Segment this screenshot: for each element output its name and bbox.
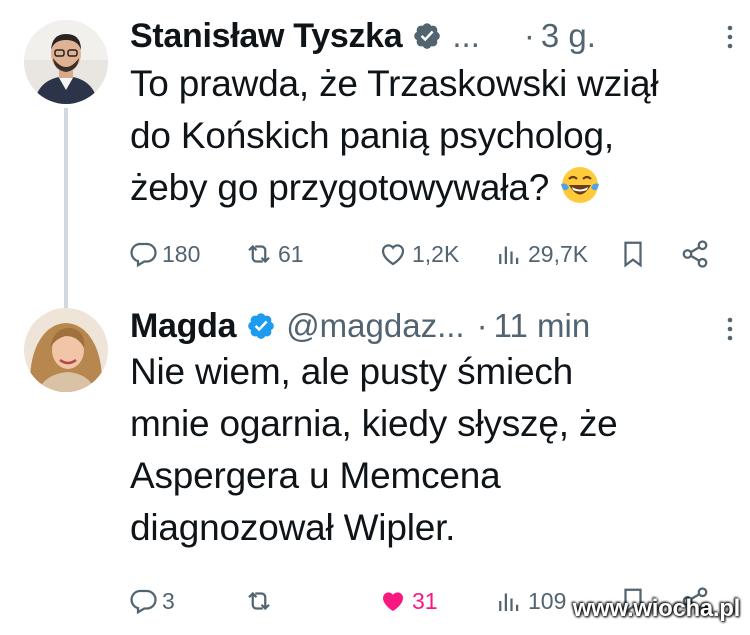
- reply-icon: [130, 242, 157, 268]
- separator-dot: ·: [476, 307, 488, 344]
- tweet-text-line: do Końskich panią psycholog,: [130, 115, 614, 156]
- tweet-text: To prawda, że Trzaskowski wziął do Końsk…: [130, 58, 726, 214]
- more-options-icon[interactable]: [726, 316, 734, 342]
- timestamp[interactable]: 3 g.: [541, 17, 596, 55]
- tweet-text-line: żeby go przygotowywała?: [130, 167, 550, 208]
- thread-connector-line: [64, 108, 68, 308]
- reply-button[interactable]: 3: [128, 583, 175, 619]
- tweet-2[interactable]: Magda @magdaz... · 11 min Nie wiem, ale …: [0, 300, 750, 635]
- tweet-text-line: mnie ogarnia, kiedy słyszę, że: [130, 403, 618, 444]
- tweet-1[interactable]: Stanisław Tyszka ... · 3 g. To prawda, ż…: [0, 0, 750, 308]
- reply-count: 180: [162, 240, 201, 267]
- timestamp[interactable]: 11 min: [494, 307, 591, 345]
- author-handle[interactable]: @magdaz...: [286, 307, 464, 345]
- view-count: 29,7K: [528, 240, 589, 267]
- share-icon: [682, 240, 708, 268]
- like-button[interactable]: 31: [378, 583, 438, 619]
- like-button[interactable]: 1,2K: [378, 236, 459, 272]
- avatar[interactable]: [24, 20, 108, 104]
- laughing-tears-emoji-icon: [559, 164, 601, 206]
- views-chart-icon: [499, 593, 519, 611]
- tweet-text-line: diagnozował Wipler.: [130, 507, 456, 548]
- repost-button[interactable]: 61: [244, 236, 304, 272]
- share-button[interactable]: [680, 236, 710, 272]
- author-name[interactable]: Stanisław Tyszka: [130, 17, 403, 56]
- separator-dot: ·: [523, 17, 535, 54]
- author-name[interactable]: Magda: [130, 307, 236, 346]
- views-button[interactable]: 109: [494, 583, 566, 619]
- repost-button[interactable]: [244, 583, 278, 619]
- verified-badge-icon: [412, 21, 442, 51]
- bookmark-button[interactable]: [618, 236, 648, 272]
- views-chart-icon: [499, 246, 519, 264]
- like-count: 31: [412, 587, 438, 614]
- repost-icon: [248, 244, 270, 264]
- heart-icon: [381, 244, 405, 266]
- tweet-header: Stanisław Tyszka ... · 3 g.: [130, 14, 730, 58]
- reply-icon: [130, 589, 157, 615]
- views-button[interactable]: 29,7K: [494, 236, 588, 272]
- tweet-text-line: To prawda, że Trzaskowski wziął: [130, 63, 659, 104]
- watermark: www.wiocha.pl: [572, 595, 741, 622]
- author-handle[interactable]: ...: [452, 17, 480, 55]
- repost-count: 61: [278, 240, 304, 267]
- reply-count: 3: [162, 587, 175, 614]
- tweet-header: Magda @magdaz... · 11 min: [130, 304, 730, 348]
- tweet-text: Nie wiem, ale pusty śmiech mnie ogarnia,…: [130, 346, 726, 554]
- like-count: 1,2K: [412, 240, 460, 267]
- heart-filled-icon: [383, 592, 403, 611]
- more-options-icon[interactable]: [726, 24, 734, 50]
- view-count: 109: [528, 587, 567, 614]
- verified-badge-icon: [246, 311, 276, 341]
- avatar[interactable]: [24, 308, 108, 392]
- repost-icon: [248, 591, 270, 611]
- bookmark-icon: [624, 241, 642, 268]
- tweet-text-line: Aspergera u Memcena: [130, 455, 501, 496]
- reply-button[interactable]: 180: [128, 236, 200, 272]
- tweet-text-line: Nie wiem, ale pusty śmiech: [130, 351, 574, 392]
- tweet-actions: 180 61 1,2K 29,7K: [128, 236, 720, 272]
